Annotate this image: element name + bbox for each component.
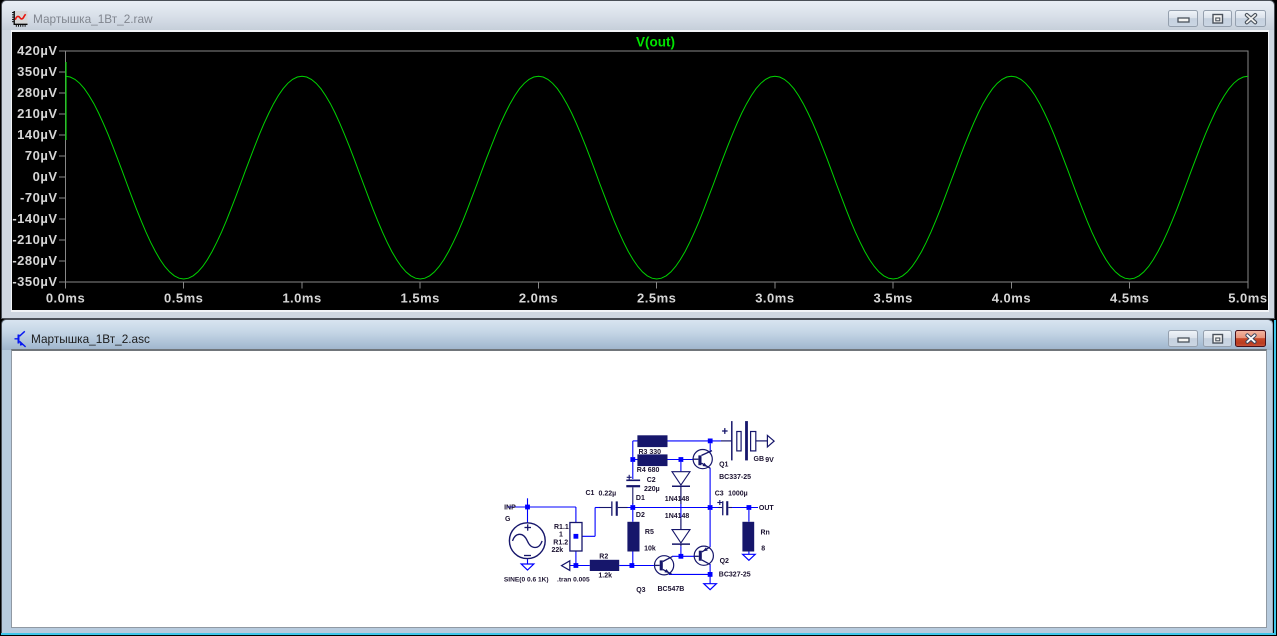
svg-text:-140µV: -140µV	[12, 211, 57, 226]
svg-text:1.2k: 1.2k	[598, 572, 612, 579]
svg-text:2.5ms: 2.5ms	[637, 291, 676, 306]
svg-text:C3: C3	[714, 490, 723, 497]
svg-text:Q2: Q2	[719, 557, 728, 564]
svg-text:BC547B: BC547B	[657, 586, 684, 593]
svg-text:R1.1: R1.1	[554, 523, 569, 530]
svg-text:5.0ms: 5.0ms	[1228, 291, 1267, 306]
svg-text:Rn: Rn	[760, 529, 769, 536]
svg-text:-70µV: -70µV	[20, 190, 57, 205]
svg-text:0.5ms: 0.5ms	[164, 291, 203, 306]
svg-text:-350µV: -350µV	[12, 274, 57, 289]
svg-text:3.0ms: 3.0ms	[755, 291, 794, 306]
svg-text:1N4148: 1N4148	[664, 513, 689, 520]
svg-text:10k: 10k	[644, 545, 656, 552]
svg-text:1: 1	[559, 531, 563, 538]
svg-text:1.5ms: 1.5ms	[400, 291, 439, 306]
svg-text:R2: R2	[599, 553, 608, 560]
svg-text:V(out): V(out)	[636, 35, 675, 50]
svg-text:4.0ms: 4.0ms	[991, 291, 1030, 306]
svg-text:22k: 22k	[551, 546, 563, 553]
svg-text:GB: GB	[753, 455, 764, 462]
svg-text:9V: 9V	[765, 457, 774, 464]
svg-text:INP: INP	[504, 504, 516, 511]
svg-text:3.5ms: 3.5ms	[873, 291, 912, 306]
svg-text:Q3: Q3	[636, 586, 645, 593]
svg-text:BC327-25: BC327-25	[718, 571, 750, 578]
svg-text:Q1: Q1	[719, 461, 728, 468]
svg-text:70µV: 70µV	[24, 148, 57, 163]
svg-text:210µV: 210µV	[17, 106, 57, 121]
svg-text:SINE(0 0.6 1K): SINE(0 0.6 1K)	[503, 576, 548, 583]
svg-text:280µV: 280µV	[17, 85, 57, 100]
svg-text:420µV: 420µV	[17, 43, 57, 58]
svg-text:R5: R5	[644, 528, 653, 535]
svg-text:1000µ: 1000µ	[728, 490, 748, 497]
svg-text:C1: C1	[585, 490, 594, 497]
svg-text:BC337-25: BC337-25	[719, 474, 751, 481]
svg-text:OUT: OUT	[758, 505, 774, 512]
svg-text:350µV: 350µV	[17, 64, 57, 79]
svg-text:1.0ms: 1.0ms	[282, 291, 321, 306]
svg-text:G: G	[505, 516, 511, 523]
svg-text:.tran 0.005: .tran 0.005	[557, 576, 590, 583]
svg-text:1N4148: 1N4148	[664, 495, 689, 502]
svg-text:D1: D1	[635, 495, 644, 502]
svg-text:R1.2: R1.2	[553, 539, 568, 546]
svg-text:C2: C2	[646, 476, 655, 483]
svg-text:R4 680: R4 680	[636, 467, 659, 474]
svg-text:4.5ms: 4.5ms	[1110, 291, 1149, 306]
svg-text:0.0ms: 0.0ms	[45, 291, 84, 306]
svg-text:-280µV: -280µV	[12, 253, 57, 268]
svg-text:D2: D2	[635, 512, 644, 519]
svg-text:8: 8	[761, 545, 765, 552]
svg-text:R3 330: R3 330	[638, 449, 661, 456]
svg-text:220µ: 220µ	[644, 485, 660, 492]
svg-text:-210µV: -210µV	[12, 232, 57, 247]
svg-text:2.0ms: 2.0ms	[518, 291, 557, 306]
svg-text:0µV: 0µV	[32, 169, 57, 184]
svg-text:0.22µ: 0.22µ	[598, 490, 616, 497]
svg-text:140µV: 140µV	[17, 127, 57, 142]
